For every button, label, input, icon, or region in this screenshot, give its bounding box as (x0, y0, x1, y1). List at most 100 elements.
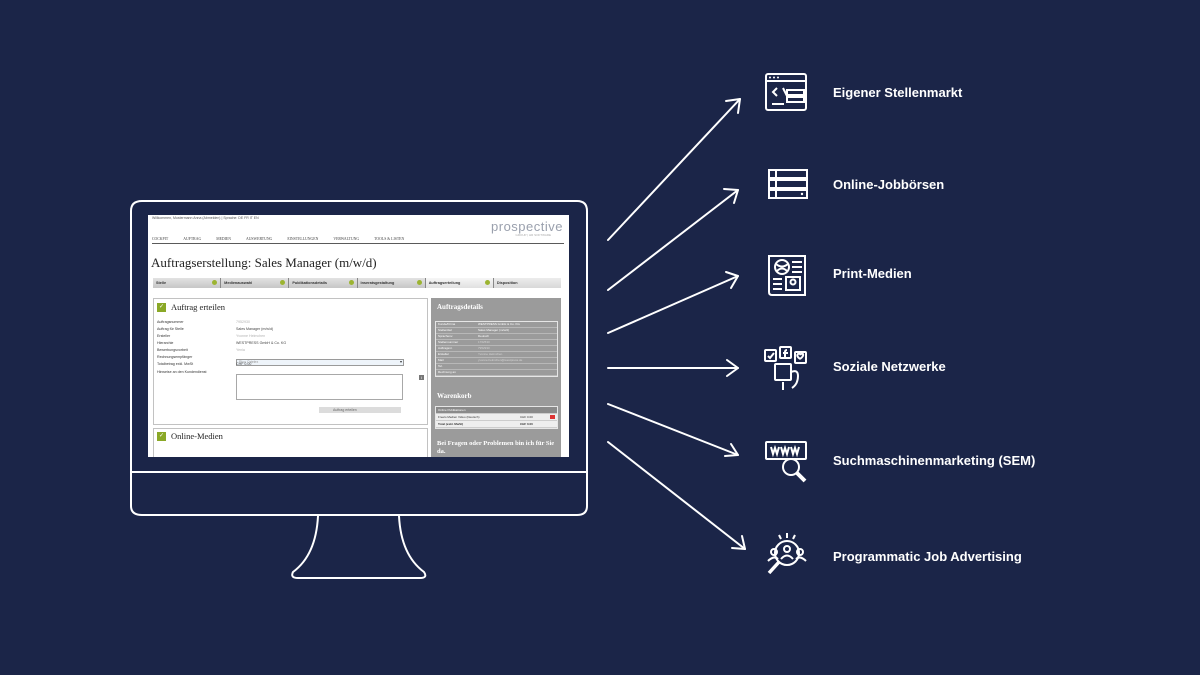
step-check-icon (212, 280, 218, 285)
detail-value: Deutsch (478, 334, 490, 338)
step-check-icon (484, 280, 490, 285)
nav-item-auswertung[interactable]: AUSWERTUNG (246, 237, 272, 243)
nav-item-cockpit[interactable]: COCKPIT (152, 237, 168, 243)
detail-label: Stellentitel (438, 328, 452, 332)
field-label: Ersteller (157, 334, 171, 338)
nav-item-auftrag[interactable]: AUFTRAG (183, 237, 201, 243)
arrow-to-programmatic (607, 441, 746, 550)
field-label: Totalbetrag exkl. MwSt (157, 362, 194, 366)
detail-row: Rechnung an (436, 370, 557, 376)
detail-label: Ersteller (438, 352, 450, 356)
channel-label: Suchmaschinenmarketing (SEM) (833, 453, 1036, 468)
detail-label: Stellennummer (438, 340, 459, 344)
main-navigation: COCKPIT AUFTRAG MEDIEN AUSWERTUNG EINSTE… (152, 237, 564, 244)
detail-value: yvonne.helmchen@westpress.de (478, 358, 523, 362)
support-note-textarea[interactable] (236, 374, 403, 400)
chevron-down-icon: ▾ (399, 359, 402, 364)
field-label: Hierarchie (157, 341, 174, 345)
field-label: Rechnungsempfänger (157, 355, 193, 359)
detail-label: Auftragsnr. (438, 346, 453, 350)
page-title: Auftragserstellung: Sales Manager (m/w/d… (151, 255, 377, 270)
channel-item-sem: Suchmaschinenmarketing (SEM) (760, 436, 1160, 486)
audience-target-icon (767, 533, 807, 575)
panel-title: Auftrag erteilen (171, 302, 226, 312)
step-label: Publikationsdetails (292, 281, 327, 285)
cart-label: Freelo Medien Video (Deutsch) (438, 415, 480, 419)
monitor-stand (291, 515, 427, 579)
field-value: 7952930 (236, 320, 250, 324)
nav-item-verwaltung[interactable]: VERWALTUNG (333, 237, 359, 243)
app-screen: Willkommen, Mustermann Anna (Abmelden) |… (148, 215, 569, 457)
info-icon[interactable]: i (419, 375, 424, 380)
channel-label: Online-Jobbörsen (833, 177, 945, 192)
career-site-icon (765, 73, 807, 111)
order-details-sidebar: Auftragsdetails Kunde/Firma WESTPRESS Gmb… (431, 298, 561, 457)
detail-label: Tel. (438, 364, 443, 368)
nav-item-einstellungen[interactable]: EINSTELLUNGEN (287, 237, 318, 243)
submit-order-button[interactable]: Auftrag erteilen (319, 407, 401, 413)
detail-label: Rechnung an (438, 370, 456, 374)
social-network-icon (764, 346, 807, 390)
remove-item-icon[interactable] (550, 415, 555, 419)
field-label: Auftragsnummer (157, 320, 184, 324)
cart-row: Freelo Medien Video (Deutsch) CHF 0.00 (436, 414, 557, 421)
field-value: Yvonne Helmchen (236, 334, 266, 338)
detail-label: Sprachenv. (438, 334, 453, 338)
field-label: Hinweise an den Kundendienst (157, 370, 207, 374)
field-value: Yenia (236, 348, 245, 352)
field-value: Sales Manager (m/w/d) (236, 327, 274, 331)
channel-label: Print-Medien (833, 266, 912, 281)
details-table: Kunde/Firma WESTPRESS GmbH & Co. KG Stell… (435, 321, 558, 377)
step-medienauswahl[interactable]: Medienauswahl (221, 278, 290, 288)
step-check-icon (348, 280, 354, 285)
step-label: Medienauswahl (224, 281, 253, 285)
arrow-to-sem (607, 403, 739, 457)
channel-item-career-site: Eigener Stellenmarkt (760, 68, 1160, 118)
step-disposition[interactable]: Disposition (493, 278, 562, 288)
cart-label: Total (exkl. MwSt) (438, 422, 464, 426)
step-label: Inseratsgestaltung (360, 281, 395, 285)
step-stelle[interactable]: Stelle (153, 278, 222, 288)
step-auftragserteilung[interactable]: Auftragserteilung (425, 278, 494, 288)
online-media-panel[interactable]: ✓ Online-Medien (153, 428, 428, 457)
field-value: WESTPRESS GmbH & Co. KG (236, 341, 287, 345)
sidebar-title: Auftragsdetails (437, 303, 483, 311)
checkmark-icon: ✓ (157, 432, 166, 441)
channel-item-print: Print-Medien (760, 249, 1160, 299)
invoice-recipient-select[interactable]: Rico Ortelex ▾ (236, 359, 404, 366)
detail-value: WESTPRESS GmbH & Co. KG (478, 322, 520, 326)
step-check-icon (280, 280, 286, 285)
detail-value: 7952930 (478, 346, 490, 350)
job-board-list-icon (768, 169, 808, 199)
arrow-to-job-boards (607, 188, 739, 291)
www-search-icon (765, 441, 807, 483)
step-publikationsdetails[interactable]: Publikationsdetails (289, 278, 358, 288)
detail-value: Yvonne Helmchen (478, 352, 503, 356)
channel-item-social: Soziale Netzwerke (760, 342, 1160, 392)
step-label: Stelle (156, 281, 167, 285)
cart-row: Total (exkl. MwSt) CHF 0.00 (436, 421, 557, 428)
checkmark-icon: ✓ (157, 303, 166, 312)
panel-title: Online-Medien (171, 431, 223, 441)
field-label: Bewerbungsvorbeit (157, 348, 188, 352)
step-label: Auftragserteilung (428, 281, 461, 285)
step-label: Disposition (496, 281, 518, 285)
prospective-logo: prospective (491, 219, 563, 234)
cart-table: Online Publikationen Freelo Medien Video… (435, 406, 558, 429)
channel-item-programmatic: Programmatic Job Advertising (760, 532, 1160, 582)
detail-label: Kunde/Firma (438, 322, 456, 326)
nav-item-medien[interactable]: MEDIEN (216, 237, 231, 243)
cart-value: CHF 0.00 (520, 415, 533, 419)
detail-label: Mail (438, 358, 444, 362)
nav-item-tools[interactable]: TOOLS & LISTEN (374, 237, 404, 243)
user-topbar: Willkommen, Mustermann Anna (Abmelden) |… (152, 216, 259, 220)
channel-label: Soziale Netzwerke (833, 359, 946, 374)
order-panel: ✓ Auftrag erteilen Auftragsnummer 7952930… (153, 298, 428, 425)
step-check-icon (416, 280, 422, 285)
order-steps: Stelle Medienauswahl Publikationsdetails… (153, 278, 562, 288)
arrow-to-career-site (607, 98, 741, 241)
step-inseratsgestaltung[interactable]: Inseratsgestaltung (357, 278, 426, 288)
detail-value: Sales Manager (m/w/d) (478, 328, 510, 332)
channel-label: Eigener Stellenmarkt (833, 85, 963, 100)
cart-label: Online Publikationen (438, 408, 466, 412)
